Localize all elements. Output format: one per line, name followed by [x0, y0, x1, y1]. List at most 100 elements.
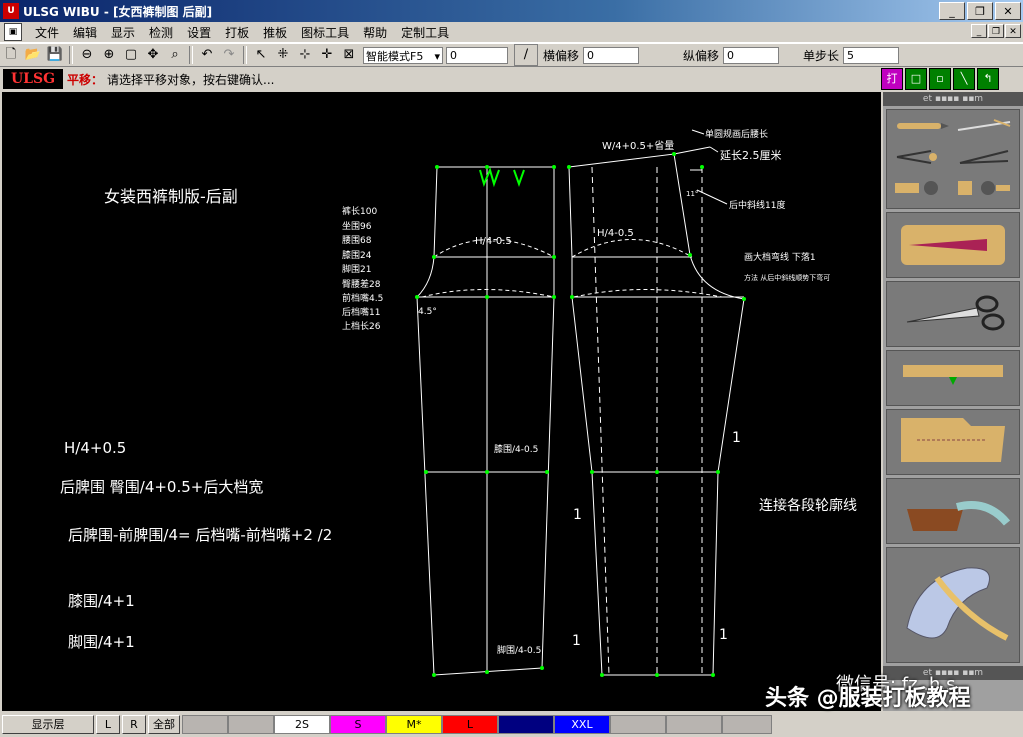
menu-icon-tools[interactable]: 图标工具 [294, 24, 356, 41]
select-delete-icon[interactable]: ↖ [251, 45, 271, 65]
measure-4: 脚围21 [342, 264, 371, 275]
toolbar-separator [243, 46, 247, 64]
size-swatch-2s[interactable]: 2S [274, 715, 330, 734]
h-offset-input[interactable]: 0 [583, 46, 640, 64]
menu-custom-tools[interactable]: 定制工具 [394, 24, 456, 41]
rectangle-tool-button[interactable]: □ [905, 68, 927, 90]
value-input[interactable]: 0 [446, 46, 508, 64]
menu-pattern[interactable]: 打板 [218, 24, 256, 41]
pen-tool-icon[interactable] [891, 114, 951, 138]
drawing-labels: H/4-0.5 H/4-0.5 4.5° 膝围/4-0.5 脚围/4-0.5 W… [418, 128, 857, 656]
hem-label: 脚围/4-0.5 [497, 645, 541, 656]
point-mark-icon[interactable]: ⊠ [339, 45, 359, 65]
doc-minimize-button[interactable]: _ [971, 24, 987, 38]
formula-0: H/4+0.5 [64, 439, 126, 457]
ruler-tool[interactable] [886, 212, 1020, 278]
layer-button[interactable]: 显示层 [2, 715, 94, 734]
notch-tool[interactable] [886, 350, 1020, 406]
measurement-list: 裤长100 坐围96 腰围68 膝围24 脚围21 臀腰差28 前档嘴4.5 后… [342, 205, 383, 332]
notch-icon [903, 365, 1003, 385]
chevron-down-icon: ▾ [434, 49, 440, 63]
toolbar-separator [69, 46, 73, 64]
menu-file[interactable]: 文件 [28, 24, 66, 41]
extend-label: 延长2.5厘米 [720, 149, 782, 162]
size-swatch-m[interactable]: M* [386, 715, 442, 734]
angle-icon[interactable]: ∕ [514, 44, 538, 66]
arrow-tool-button[interactable]: ↰ [977, 68, 999, 90]
menu-view[interactable]: 显示 [104, 24, 142, 41]
menu-grading[interactable]: 推板 [256, 24, 294, 41]
menu-bar: ▣ 文件 编辑 显示 检测 设置 打板 推板 图标工具 帮助 定制工具 [0, 22, 1023, 43]
toolbar: 🗋 📂 💾 ⊖ ⊕ ▢ ✥ ⌕ ↶ ↷ ↖ ⁜ ⊹ ✛ ⊠ 智能模式F5 ▾ 0… [0, 43, 1023, 67]
compass-tool-icon[interactable] [891, 145, 951, 169]
knee-label: 膝围/4-0.5 [494, 443, 538, 455]
ruler-icon [901, 225, 1005, 265]
step-input[interactable]: 5 [843, 46, 900, 64]
measure-0: 裤长100 [342, 205, 377, 217]
window-controls: _ ❐ ✕ [939, 2, 1021, 20]
document-window-controls: _ ❐ ✕ [971, 24, 1021, 38]
h-offset-label: 横偏移 [543, 48, 580, 63]
line-tool-button[interactable]: ╲ [953, 68, 975, 90]
needle-tool-icon[interactable] [954, 114, 1014, 138]
size-swatch-xl[interactable] [498, 715, 554, 734]
redo-icon[interactable]: ↷ [219, 45, 239, 65]
zoom-window-icon[interactable]: ▢ [121, 45, 141, 65]
curve-ruler-tool[interactable] [886, 547, 1020, 663]
point-tool-icon[interactable]: ⁜ [273, 45, 293, 65]
mode-select[interactable]: 智能模式F5 ▾ [363, 46, 443, 64]
tape-tool-icon[interactable] [954, 175, 1014, 199]
menu-edit[interactable]: 编辑 [66, 24, 104, 41]
size-swatch-9[interactable] [722, 715, 772, 734]
add-point-icon[interactable]: ✛ [317, 45, 337, 65]
size-swatch-0[interactable] [182, 715, 228, 734]
divider-tool-icon[interactable] [954, 145, 1014, 169]
tracing-wheel-icon[interactable] [891, 175, 951, 199]
scissors-icon [906, 295, 1005, 331]
scissors-tool[interactable] [886, 281, 1020, 347]
pattern-piece-icon [901, 418, 1005, 462]
toolbar-separator [189, 46, 193, 64]
right-button[interactable]: R [122, 715, 146, 734]
maximize-button[interactable]: ❐ [967, 2, 993, 20]
minimize-button[interactable]: _ [939, 2, 965, 20]
all-button[interactable]: 全部 [148, 715, 180, 734]
doc-restore-button[interactable]: ❐ [988, 24, 1004, 38]
size-swatch-blank[interactable] [228, 715, 274, 734]
measure-7: 后档嘴11 [342, 306, 380, 318]
pattern-drawing: 女装西裤制版-后副 裤长100 坐围96 腰围68 膝围24 脚围21 臀腰差2… [60, 128, 857, 677]
size-swatch-l[interactable]: L [442, 715, 498, 734]
size-swatch-8[interactable] [666, 715, 722, 734]
point-align-icon[interactable]: ⊹ [295, 45, 315, 65]
method-label: 方法 从后中斜线顺势下弯可 [744, 273, 830, 282]
size-swatch-7[interactable] [610, 715, 666, 734]
drawing-canvas[interactable]: 女装西裤制版-后副 裤长100 坐围96 腰围68 膝围24 脚围21 臀腰差2… [2, 92, 881, 711]
save-icon[interactable]: 💾 [45, 45, 65, 65]
left-button[interactable]: L [96, 715, 120, 734]
zoom-out-icon[interactable]: ⊖ [77, 45, 97, 65]
pattern-tool-button[interactable]: 打 [881, 68, 903, 90]
close-button[interactable]: ✕ [995, 2, 1021, 20]
measure-5: 臀腰差28 [342, 278, 381, 290]
menu-settings[interactable]: 设置 [180, 24, 218, 41]
pan-icon[interactable]: ✥ [143, 45, 163, 65]
zoom-in-icon[interactable]: ⊕ [99, 45, 119, 65]
v-offset-input[interactable]: 0 [723, 46, 780, 64]
point-tool-button[interactable]: ▫ [929, 68, 951, 90]
one-label-1: 1 [732, 430, 741, 446]
doc-close-button[interactable]: ✕ [1005, 24, 1021, 38]
formula-3: 膝围/4+1 [68, 592, 135, 610]
undo-icon[interactable]: ↶ [197, 45, 217, 65]
size-swatch-xxl[interactable]: XXL [554, 715, 610, 734]
zoom-fit-icon[interactable]: ⌕ [165, 45, 185, 65]
menu-help[interactable]: 帮助 [356, 24, 394, 41]
new-file-icon[interactable]: 🗋 [1, 45, 21, 65]
curve-ruler-icon [906, 567, 1009, 641]
document-icon[interactable]: ▣ [4, 23, 22, 41]
fabric-tool[interactable] [886, 478, 1020, 544]
open-folder-icon[interactable]: 📂 [23, 45, 43, 65]
pattern-piece-tool[interactable] [886, 409, 1020, 475]
size-swatch-s[interactable]: S [330, 715, 386, 734]
menu-check[interactable]: 检测 [142, 24, 180, 41]
waist-formula-label: W/4+0.5+省量 [602, 139, 674, 152]
